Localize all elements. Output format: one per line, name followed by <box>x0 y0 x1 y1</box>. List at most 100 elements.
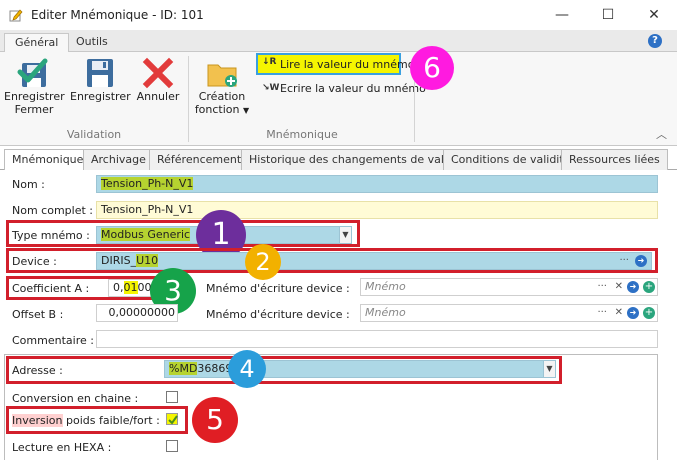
clear-x-icon[interactable]: ✕ <box>615 305 623 321</box>
form-panel: Nom : Tension_Ph-N_V1 Nom complet : Tens… <box>0 170 677 460</box>
red-x-icon <box>142 57 174 89</box>
badge-6-number: 6 <box>423 51 441 84</box>
title-bar: Editer Mnémonique - ID: 101 — ☐ ✕ <box>0 0 677 30</box>
save-button[interactable]: Enregistrer <box>70 56 131 116</box>
save-check-icon <box>17 58 48 87</box>
ribbon-group-separator <box>188 56 189 142</box>
device-prefix: DIRIS_ <box>101 254 137 267</box>
write-device-placeholder-1: Mnémo <box>365 280 406 293</box>
ribbon-tab-bar: Général Outils <box>0 30 677 53</box>
write-w-icon: ↘W <box>262 83 280 93</box>
write-device-input-1[interactable]: Mnémo ··· ✕ ➜ + <box>360 278 658 296</box>
create-function-label-2: fonction <box>194 103 240 116</box>
arrow-right-circle-icon[interactable]: ➜ <box>627 281 639 293</box>
annotation-badge-4: 4 <box>228 350 266 388</box>
close-button[interactable]: ✕ <box>631 0 677 30</box>
tab-referencement[interactable]: Référencement <box>149 149 250 170</box>
type-mnemo-value: Modbus Generic <box>101 228 191 241</box>
write-device-input-2[interactable]: Mnémo ··· ✕ ➜ + <box>360 304 658 322</box>
save-close-label-1: Enregistrer <box>4 90 65 103</box>
checkmark-icon <box>168 415 178 425</box>
add-circle-icon[interactable]: + <box>643 307 655 319</box>
type-mnemo-label: Type mnémo : <box>12 229 90 242</box>
device-input[interactable]: DIRIS_U10 ··· ➜ <box>96 252 652 270</box>
badge-1-number: 1 <box>211 217 231 252</box>
badge-3-number: 3 <box>164 274 182 307</box>
clear-x-icon[interactable]: ✕ <box>615 279 623 295</box>
tab-conditions[interactable]: Conditions de validité <box>443 149 579 170</box>
nom-complet-label: Nom complet : <box>12 204 93 217</box>
badge-4-number: 4 <box>239 355 255 383</box>
write-device-label-1: Mnémo d'écriture device : <box>206 282 350 295</box>
coef-prefix: 0, <box>113 281 124 294</box>
validation-group-label: Validation <box>66 128 122 141</box>
nom-input[interactable]: Tension_Ph-N_V1 <box>96 175 658 193</box>
adresse-label: Adresse : <box>12 364 63 377</box>
ellipsis-icon[interactable]: ··· <box>597 305 607 321</box>
inversion-label: Inversion poids faible/fort : <box>12 414 160 427</box>
create-function-button[interactable]: Création fonction ▼ <box>192 58 252 122</box>
save-close-label-2: Fermer <box>14 103 54 116</box>
offset-b-value: 0,00000000 <box>108 306 175 319</box>
adresse-highlight: %MD <box>169 362 198 375</box>
badge-5-number: 5 <box>206 403 224 436</box>
write-value-button[interactable]: ↘W Ecrire la valeur du mnémo <box>258 80 426 100</box>
offset-b-input[interactable]: 0,00000000 <box>96 304 178 322</box>
arrow-right-circle-icon[interactable]: ➜ <box>627 307 639 319</box>
commentaire-input[interactable] <box>96 330 658 348</box>
floppy-disk-icon <box>87 59 113 87</box>
tab-ressources[interactable]: Ressources liées <box>561 149 668 170</box>
commentaire-label: Commentaire : <box>12 334 94 347</box>
save-label: Enregistrer <box>70 90 131 103</box>
badge-2-number: 2 <box>255 248 271 276</box>
save-close-button[interactable]: Enregistrer Fermer <box>4 56 65 122</box>
folder-add-icon <box>207 64 237 87</box>
adresse-select[interactable]: %MD36869 ▼ <box>164 360 556 378</box>
ribbon: Enregistrer Fermer Enregistrer Annuler V… <box>0 52 677 146</box>
device-highlight: U10 <box>136 254 159 267</box>
read-value-button[interactable]: ↓R Lire la valeur du mnémo <box>256 53 414 75</box>
maximize-button[interactable]: ☐ <box>585 0 631 30</box>
cancel-button[interactable]: Annuler <box>134 56 182 116</box>
arrow-right-circle-icon[interactable]: ➜ <box>635 255 647 267</box>
ribbon-tab-outils[interactable]: Outils <box>66 33 118 52</box>
nom-complet-value: Tension_Ph-N_V1 <box>101 203 194 216</box>
mnemonique-group-label: Mnémonique <box>266 128 338 141</box>
ellipsis-icon[interactable]: ··· <box>597 279 607 295</box>
write-device-label-2: Mnémo d'écriture device : <box>206 308 350 321</box>
annotation-badge-6: 6 <box>410 46 454 90</box>
device-label: Device : <box>12 255 57 268</box>
ribbon-collapse-icon[interactable]: ︿ <box>656 126 667 142</box>
ribbon-tab-general[interactable]: Général <box>4 33 70 53</box>
tab-archivage[interactable]: Archivage <box>83 149 154 170</box>
ellipsis-icon[interactable]: ··· <box>619 253 629 269</box>
chevron-down-icon[interactable]: ▼ <box>339 227 351 243</box>
tab-mnemonique[interactable]: Mnémonique <box>4 149 92 171</box>
inversion-highlight: Inversion <box>12 414 63 427</box>
chevron-down-icon: ▼ <box>243 106 250 115</box>
nom-value: Tension_Ph-N_V1 <box>101 177 194 190</box>
minimize-button[interactable]: — <box>539 0 585 30</box>
help-icon[interactable]: ? <box>648 34 662 48</box>
offset-b-label: Offset B : <box>12 308 64 321</box>
lecture-hexa-label: Lecture en HEXA : <box>12 441 112 454</box>
conversion-label: Conversion en chaine : <box>12 392 139 405</box>
nom-complet-input[interactable]: Tension_Ph-N_V1 <box>96 201 658 219</box>
form-tab-bar: Mnémonique Archivage Référencement Histo… <box>0 146 677 171</box>
lecture-hexa-checkbox[interactable] <box>166 440 178 452</box>
cancel-label: Annuler <box>136 90 180 103</box>
inversion-checkbox[interactable] <box>166 413 178 425</box>
nom-label: Nom : <box>12 178 45 191</box>
edit-pencil-icon <box>9 9 23 22</box>
window-title: Editer Mnémonique - ID: 101 <box>31 8 204 22</box>
read-value-label: Lire la valeur du mnémo <box>280 58 415 71</box>
tab-historique[interactable]: Historique des changements de valeur <box>241 149 471 170</box>
coefficient-a-label: Coefficient A : <box>12 282 90 295</box>
write-device-placeholder-2: Mnémo <box>365 306 406 319</box>
add-circle-icon[interactable]: + <box>643 281 655 293</box>
chevron-down-icon[interactable]: ▼ <box>543 361 555 377</box>
inversion-label-rest: poids faible/fort : <box>62 414 160 427</box>
coef-highlight: 01 <box>123 281 138 294</box>
conversion-checkbox[interactable] <box>166 391 178 403</box>
annotation-badge-2: 2 <box>245 244 281 280</box>
